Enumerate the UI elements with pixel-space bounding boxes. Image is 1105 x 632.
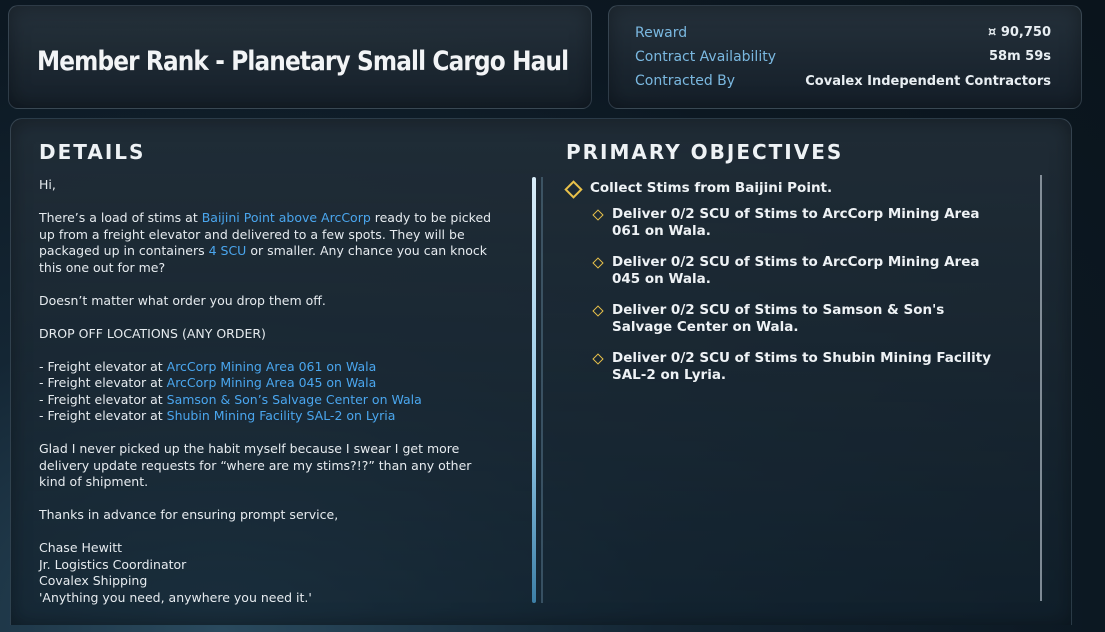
details-text[interactable]: Hi, There’s a load of stims at Baijini P…: [39, 177, 499, 606]
objective-diamond-icon: [592, 353, 604, 365]
details-scroll-track[interactable]: [541, 177, 543, 603]
details-paragraph-1: There’s a load of stims at Baijini Point…: [39, 210, 492, 275]
objective-diamond-icon: [592, 257, 604, 269]
signature-tagline: 'Anything you need, anywhere you need it…: [39, 589, 312, 605]
drop-off-item: - Freight elevator at Shubin Mining Faci…: [39, 408, 396, 423]
objective-sub: Deliver 0/2 SCU of Stims to ArcCorp Mini…: [592, 254, 997, 288]
details-scrollbar[interactable]: [532, 177, 536, 603]
objective-main: Collect Stims from Baijini Point.: [564, 180, 832, 199]
details-heading: DETAILS: [39, 140, 146, 164]
drop-off-item: - Freight elevator at Samson & Son’s Sal…: [39, 391, 422, 407]
details-paragraph-4: Glad I never picked up the habit myself …: [39, 441, 472, 489]
drop-off-item: - Freight elevator at ArcCorp Mining Are…: [39, 358, 377, 374]
objective-diamond-icon: [564, 180, 583, 199]
objective-sub: Deliver 0/2 SCU of Stims to Samson & Son…: [592, 302, 997, 336]
contract-title-panel: Member Rank - Planetary Small Cargo Haul: [8, 5, 592, 109]
objectives-heading: PRIMARY OBJECTIVES: [566, 140, 844, 164]
objectives-scroll-track: [1040, 175, 1042, 601]
objective-sub: Deliver 0/2 SCU of Stims to ArcCorp Mini…: [592, 206, 997, 240]
contracted-by-label: Contracted By: [635, 73, 736, 89]
pickup-location-link: Baijini Point above ArcCorp: [201, 210, 371, 225]
reward-value: ¤ 90,750: [988, 25, 1051, 40]
objective-diamond-icon: [592, 209, 604, 221]
details-paragraph-5: Thanks in advance for ensuring prompt se…: [39, 507, 339, 522]
details-paragraph-2: Doesn’t matter what order you drop them …: [39, 292, 326, 308]
contract-info-panel: Reward ¤ 90,750 Contract Availability 58…: [608, 5, 1082, 109]
drop-off-list: - Freight elevator at ArcCorp Mining Are…: [39, 359, 499, 425]
availability-value: 58m 59s: [989, 49, 1051, 64]
container-size-highlight: 4 SCU: [208, 243, 247, 258]
contract-title: Member Rank - Planetary Small Cargo Haul: [37, 46, 569, 77]
signature-title: Jr. Logistics Coordinator: [39, 556, 187, 572]
greeting: Hi,: [39, 177, 56, 192]
drop-off-item: - Freight elevator at ArcCorp Mining Are…: [39, 375, 377, 390]
objective-diamond-icon: [592, 305, 604, 317]
contract-main-panel: DETAILS Hi, There’s a load of stims at B…: [10, 118, 1072, 625]
signature-name: Chase Hewitt: [39, 540, 123, 555]
contracted-by-value: Covalex Independent Contractors: [805, 74, 1051, 89]
objective-sub: Deliver 0/2 SCU of Stims to Shubin Minin…: [592, 350, 997, 384]
drop-off-heading: DROP OFF LOCATIONS (ANY ORDER): [39, 325, 266, 341]
availability-label: Contract Availability: [635, 49, 776, 65]
signature: Chase Hewitt Jr. Logistics Coordinator C…: [39, 540, 499, 606]
signature-company: Covalex Shipping: [39, 573, 148, 588]
reward-label: Reward: [635, 25, 688, 41]
